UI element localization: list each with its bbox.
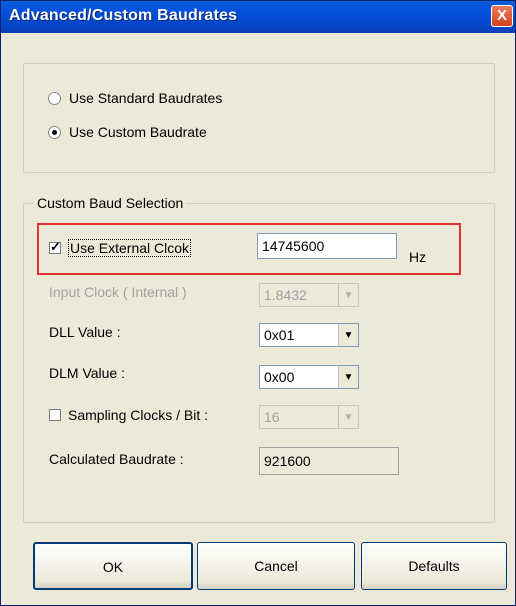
input-clock-select[interactable]: 1.8432 ▼ (259, 283, 359, 307)
close-icon: X (496, 7, 507, 24)
input-clock-label: Input Clock ( Internal ) (49, 284, 187, 300)
external-clock-checkbox[interactable]: Use External Clcok (49, 239, 192, 257)
calculated-baudrate-value: 921600 (264, 453, 311, 469)
sampling-clocks-value: 16 (264, 409, 280, 425)
external-clock-label: Use External Clcok (68, 239, 192, 257)
window-title: Advanced/Custom Baudrates (9, 7, 238, 24)
radio-standard-baudrates[interactable]: Use Standard Baudrates (48, 90, 222, 106)
chevron-down-icon[interactable]: ▼ (338, 406, 358, 428)
external-clock-input[interactable] (257, 233, 397, 259)
baud-mode-group: Use Standard Baudrates Use Custom Baudra… (23, 63, 495, 173)
advanced-baudrate-dialog: Advanced/Custom Baudrates X Use Standard… (0, 0, 516, 606)
sampling-clocks-checkbox[interactable]: Sampling Clocks / Bit : (49, 407, 208, 423)
cancel-button[interactable]: Cancel (197, 542, 355, 590)
title-bar[interactable]: Advanced/Custom Baudrates X (1, 1, 515, 33)
group-legend: Custom Baud Selection (34, 195, 187, 211)
dlm-label: DLM Value : (49, 365, 125, 381)
close-button[interactable]: X (491, 5, 513, 27)
chevron-down-icon[interactable]: ▼ (338, 284, 358, 306)
radio-label: Use Standard Baudrates (69, 90, 223, 106)
dll-value: 0x01 (264, 327, 295, 343)
radio-button[interactable] (48, 125, 61, 139)
radio-button[interactable] (48, 91, 61, 105)
defaults-button[interactable]: Defaults (361, 542, 507, 590)
chevron-down-icon[interactable]: ▼ (338, 324, 358, 346)
sampling-clocks-select[interactable]: 16 ▼ (259, 405, 359, 429)
radio-custom-baudrate[interactable]: Use Custom Baudrate (48, 124, 207, 140)
dll-label: DLL Value : (49, 324, 121, 340)
calculated-baudrate-label: Calculated Baudrate : (49, 451, 184, 467)
dlm-select[interactable]: 0x00 ▼ (259, 365, 359, 389)
ok-button[interactable]: OK (33, 542, 193, 590)
check-icon[interactable] (49, 239, 61, 255)
hz-unit-label: Hz (409, 249, 427, 265)
checkbox-box[interactable] (49, 409, 61, 421)
chevron-down-icon[interactable]: ▼ (338, 366, 358, 388)
radio-label: Use Custom Baudrate (69, 124, 207, 140)
dlm-value: 0x00 (264, 369, 295, 385)
input-clock-value: 1.8432 (264, 287, 307, 303)
calculated-baudrate-field: 921600 (259, 447, 399, 475)
dll-select[interactable]: 0x01 ▼ (259, 323, 359, 347)
sampling-clocks-label: Sampling Clocks / Bit : (68, 407, 209, 423)
